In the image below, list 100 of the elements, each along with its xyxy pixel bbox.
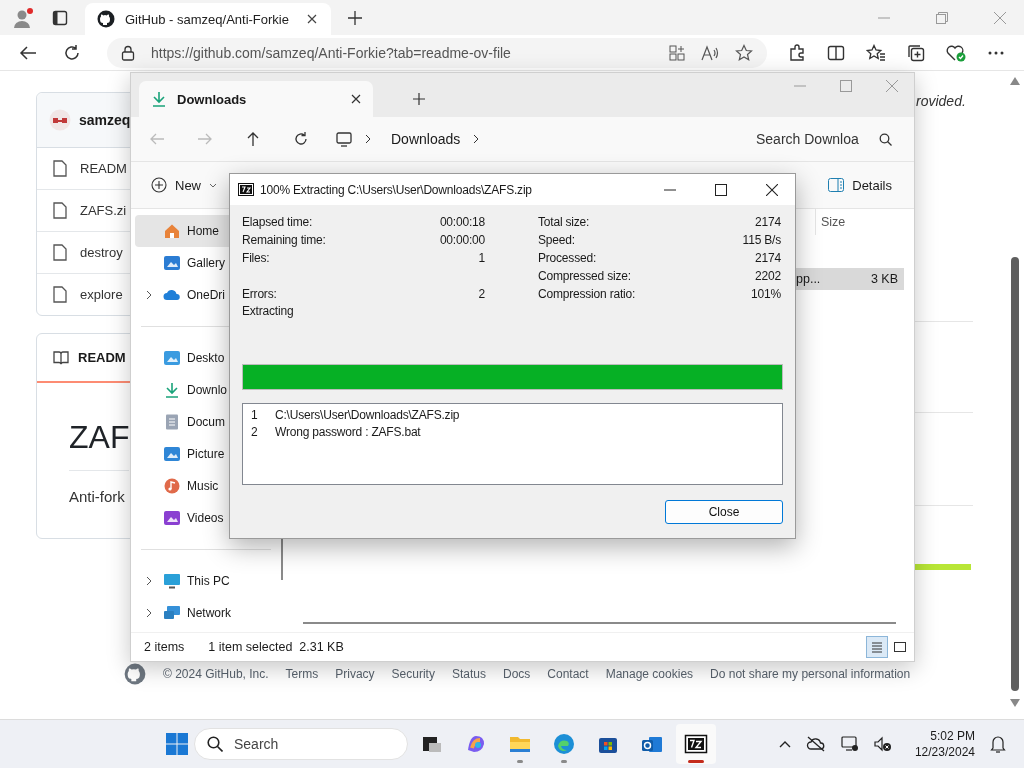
stat-label: Errors: xyxy=(242,287,277,301)
refresh-icon[interactable] xyxy=(293,131,309,147)
nav-item[interactable]: Network xyxy=(135,597,277,629)
stat-value: 2 xyxy=(478,287,485,301)
network-icon[interactable] xyxy=(840,736,859,753)
selection-info: 1 item selected 2.31 KB xyxy=(208,640,344,654)
favorites-icon[interactable] xyxy=(866,43,886,62)
address-field[interactable]: https://github.com/samzeq/Anti-Forkie?tab=readme-ov-file xyxy=(107,37,767,68)
status-text: Extracting xyxy=(242,304,295,318)
file-icon xyxy=(53,160,67,177)
caret-icon xyxy=(209,182,217,188)
footer-link[interactable]: Contact xyxy=(547,667,589,682)
archive-icon xyxy=(238,183,254,196)
health-icon[interactable] xyxy=(946,43,966,62)
new-button[interactable]: New xyxy=(147,173,221,197)
file-link[interactable]: destroy xyxy=(80,245,123,260)
file-link[interactable]: ZAFS.zi xyxy=(80,203,127,218)
file-icon xyxy=(53,244,67,261)
footer-link[interactable]: Docs xyxy=(502,667,531,682)
github-icon xyxy=(97,10,115,28)
home-icon xyxy=(163,223,181,239)
search-field[interactable]: Search Downloa xyxy=(756,131,875,147)
search-field[interactable]: Search xyxy=(194,728,408,761)
readme-tab[interactable]: READM xyxy=(78,350,126,365)
footer-link[interactable]: Privacy xyxy=(335,667,375,682)
panel-icon xyxy=(828,178,845,192)
readme-heading: ZAF xyxy=(69,419,129,471)
scroll-up-icon[interactable] xyxy=(1009,77,1020,85)
file-link[interactable]: explore xyxy=(80,287,123,302)
footer-link[interactable]: Status xyxy=(451,667,486,682)
clock-time[interactable]: 5:02 PM xyxy=(930,728,975,745)
chevron-icon xyxy=(365,134,371,144)
message-number: 2 xyxy=(251,424,259,439)
extensions-icon[interactable] xyxy=(788,43,806,62)
download-icon xyxy=(163,382,181,398)
split-screen-icon[interactable] xyxy=(827,43,845,62)
chevron-icon[interactable] xyxy=(146,576,152,586)
document-icon xyxy=(163,414,181,430)
scrollbar-thumb[interactable] xyxy=(1010,257,1019,692)
stat-label: Speed: xyxy=(538,233,575,247)
stat-value: 115 B/s xyxy=(742,233,781,247)
up-icon[interactable] xyxy=(245,131,261,147)
nav-item[interactable]: This PC xyxy=(135,565,277,597)
scrollbar[interactable] xyxy=(303,622,896,624)
close-icon[interactable] xyxy=(307,14,317,24)
chevron-up-icon[interactable] xyxy=(778,740,791,749)
browser-tab[interactable]: GitHub - samzeq/Anti-Forkie xyxy=(85,3,331,35)
explorer-tab[interactable]: Downloads xyxy=(139,81,373,117)
file-icon xyxy=(53,202,67,219)
footer-link[interactable]: Manage cookies xyxy=(605,667,694,682)
message-text: C:\Users\User\Downloads\ZAFS.zip xyxy=(275,407,460,422)
github-icon[interactable] xyxy=(124,663,146,686)
address-field[interactable]: Downloads xyxy=(336,123,744,155)
close-icon[interactable] xyxy=(351,94,361,104)
scroll-down-icon[interactable] xyxy=(1009,699,1020,708)
chevron-icon[interactable] xyxy=(146,290,152,300)
details-button[interactable]: Details xyxy=(824,173,896,197)
lock-icon xyxy=(121,44,135,61)
profile-icon[interactable] xyxy=(12,6,34,29)
book-icon xyxy=(53,350,69,365)
footer-link[interactable]: Do not share my personal information xyxy=(710,667,911,682)
start-icon[interactable] xyxy=(166,733,188,756)
new-tab-icon[interactable] xyxy=(413,93,425,105)
read-aloud-icon[interactable] xyxy=(701,44,719,61)
footer-link[interactable]: Security xyxy=(391,667,435,682)
stat-label: Total size: xyxy=(538,215,590,229)
close-icon[interactable] xyxy=(766,183,778,196)
stat-value: 2174 xyxy=(755,215,781,229)
search-icon[interactable] xyxy=(879,132,892,146)
apps-icon[interactable] xyxy=(669,44,685,61)
stat-value: 2202 xyxy=(755,269,781,283)
maximize-icon[interactable] xyxy=(715,183,727,196)
refresh-icon[interactable] xyxy=(63,43,81,62)
item-count: 2 items xyxy=(144,640,185,654)
back-icon[interactable] xyxy=(19,43,37,62)
dialog-title: 100% Extracting C:\Users\User\Downloads\ZAFS.zip xyxy=(260,182,532,197)
star-icon[interactable] xyxy=(735,43,753,62)
cloud-off-icon[interactable] xyxy=(805,736,826,753)
stat-value: 101% xyxy=(751,287,781,301)
taskbar-app[interactable] xyxy=(676,724,716,765)
owner-name[interactable]: samzeq xyxy=(79,112,131,128)
stat-label: Processed: xyxy=(538,251,597,265)
file-link[interactable]: READM xyxy=(80,161,127,176)
close-button[interactable]: Close xyxy=(665,500,783,524)
chevron-icon xyxy=(473,134,480,144)
collections-icon[interactable] xyxy=(907,43,925,62)
column-header[interactable]: Size xyxy=(815,209,896,235)
breadcrumb[interactable]: Downloads xyxy=(391,131,461,147)
footer-link[interactable]: Terms xyxy=(285,667,319,682)
restore-icon[interactable] xyxy=(936,11,948,24)
speaker-muted-icon[interactable] xyxy=(873,736,892,753)
notification-icon[interactable] xyxy=(990,735,1006,754)
clock-date[interactable]: 12/23/2024 xyxy=(914,744,975,761)
tile-view-icon[interactable] xyxy=(892,639,908,655)
message-number: 1 xyxy=(251,407,259,422)
tab-actions-icon[interactable] xyxy=(52,9,68,26)
chevron-icon[interactable] xyxy=(146,608,152,618)
new-tab-icon[interactable] xyxy=(348,10,362,25)
accent-stripe xyxy=(913,564,971,570)
stat-label: Compression ratio: xyxy=(538,287,636,301)
